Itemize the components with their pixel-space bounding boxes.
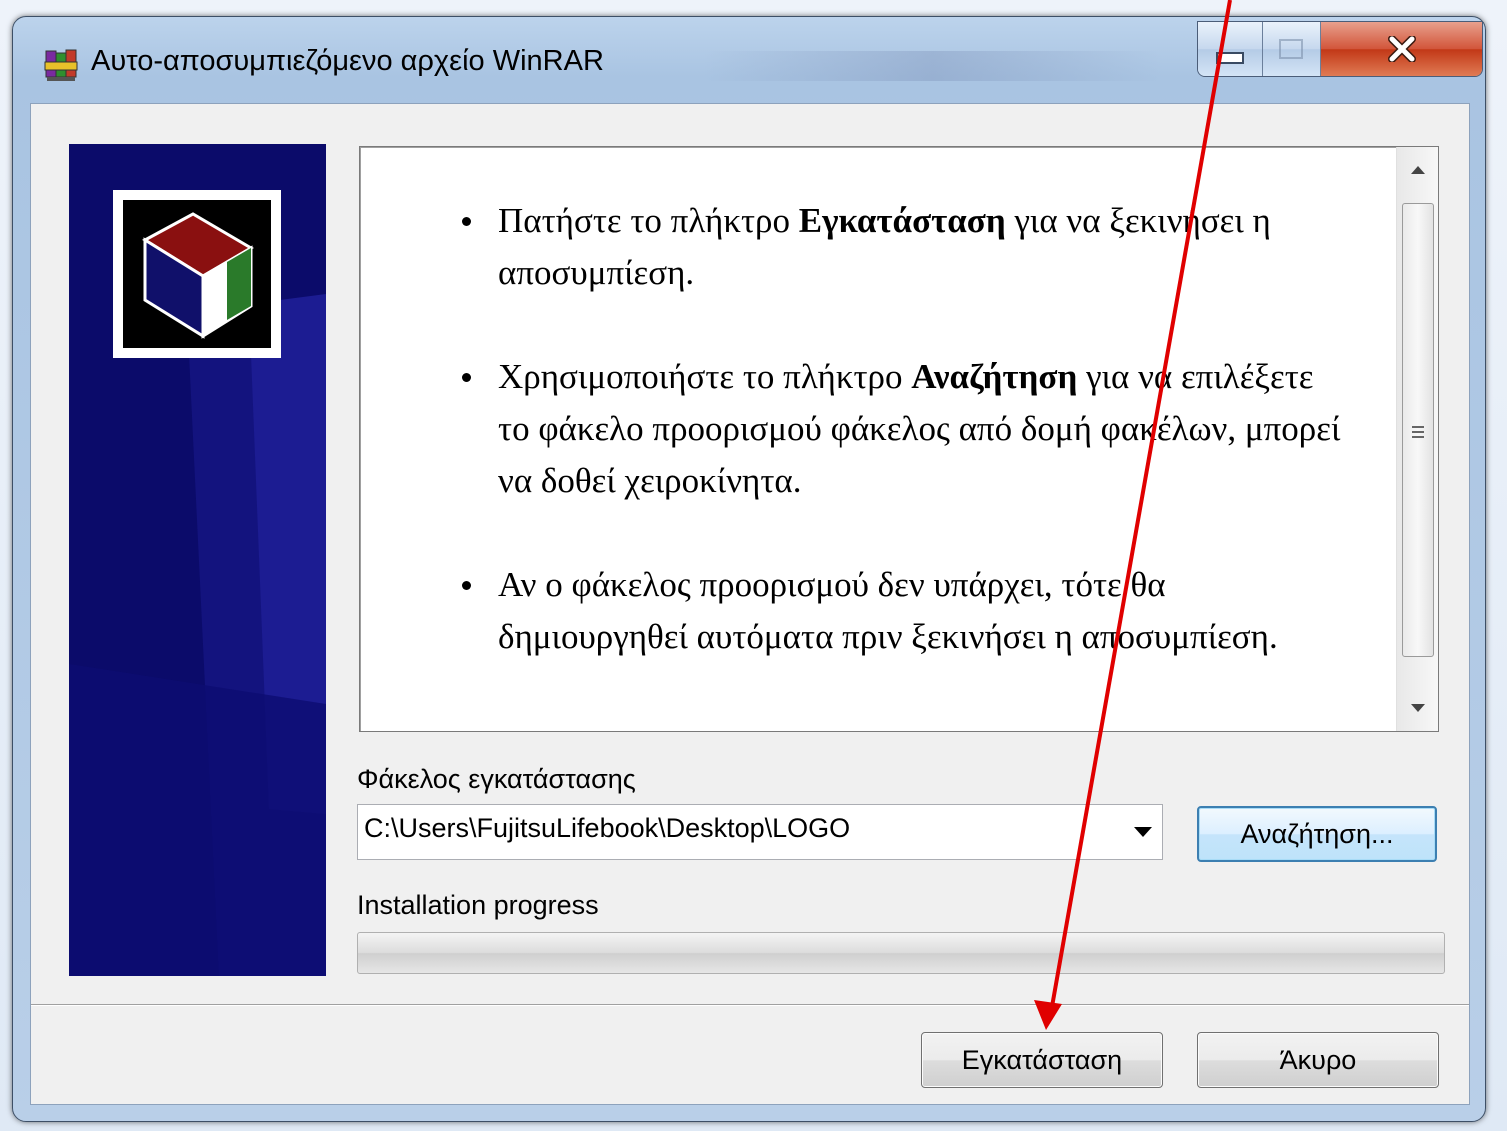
instruction-text: Πατήστε το πλήκτρο: [498, 201, 799, 240]
winrar-sfx-dialog: Αυτο-αποσυμπιεζόμενο αρχείο WinRAR Πατήσ…: [12, 16, 1486, 1122]
scroll-up-icon: [1410, 166, 1425, 174]
destination-folder-label: Φάκελος εγκατάστασης: [357, 764, 636, 794]
installation-progress-label: Installation progress: [357, 890, 599, 920]
instructions-text: Πατήστε το πλήκτρο Εγκατάσταση για να ξε…: [360, 147, 1395, 731]
scroll-up-button[interactable]: [1397, 147, 1438, 193]
destination-folder-value[interactable]: C:\Users\FujitsuLifebook\Desktop\LOGO: [364, 813, 850, 844]
button-separator: [31, 1004, 1469, 1006]
instruction-item: Αν ο φάκελος προορισμού δεν υπάρχει, τότ…: [450, 559, 1350, 663]
dialog-client-area: Πατήστε το πλήκτρο Εγκατάσταση για να ξε…: [30, 103, 1470, 1105]
minimize-button[interactable]: [1198, 22, 1263, 76]
bullet: [462, 373, 471, 382]
archive-box-icon: [123, 200, 271, 348]
destination-folder-combobox[interactable]: C:\Users\FujitsuLifebook\Desktop\LOGO: [357, 804, 1163, 860]
scroll-thumb[interactable]: [1402, 203, 1434, 657]
minimize-icon: [1215, 52, 1244, 64]
instructions-list: Πατήστε το πλήκτρο Εγκατάσταση για να ξε…: [450, 195, 1350, 715]
scroll-grip-icon: [1412, 426, 1424, 441]
instructions-box[interactable]: Πατήστε το πλήκτρο Εγκατάσταση για να ξε…: [359, 146, 1439, 732]
close-button[interactable]: [1321, 22, 1482, 76]
maximize-icon: [1279, 39, 1304, 59]
winrar-books-icon: [43, 47, 79, 83]
window-title: Αυτο-αποσυμπιεζόμενο αρχείο WinRAR: [91, 45, 604, 77]
scroll-down-icon: [1410, 704, 1425, 712]
scroll-down-button[interactable]: [1397, 685, 1438, 731]
close-icon: [1387, 36, 1416, 62]
title-bar[interactable]: Αυτο-αποσυμπιεζόμενο αρχείο WinRAR: [13, 17, 1485, 103]
bullet: [462, 217, 471, 226]
instruction-item: Πατήστε το πλήκτρο Εγκατάσταση για να ξε…: [450, 195, 1350, 299]
installation-progress-bar: [357, 932, 1445, 974]
instructions-scrollbar[interactable]: [1396, 147, 1438, 731]
instruction-text: Αν ο φάκελος προορισμού δεν υπάρχει, τότ…: [498, 565, 1278, 656]
install-button[interactable]: Εγκατάσταση: [921, 1032, 1163, 1088]
instruction-keyword: Αναζήτηση: [911, 357, 1078, 396]
browse-button[interactable]: Αναζήτηση...: [1197, 806, 1437, 862]
maximize-button[interactable]: [1262, 22, 1322, 76]
window-controls: [1197, 21, 1483, 77]
sfx-logo-panel: [69, 144, 326, 976]
instruction-item: Χρησιμοποιήστε το πλήκτρο Αναζήτηση για …: [450, 351, 1350, 507]
title-bar-reflection: [703, 51, 1163, 81]
bullet: [462, 581, 471, 590]
instruction-keyword: Εγκατάσταση: [798, 201, 1006, 240]
sfx-logo: [113, 190, 281, 358]
cancel-button[interactable]: Άκυρο: [1197, 1032, 1439, 1088]
chevron-down-icon[interactable]: [1134, 827, 1152, 837]
instruction-text: Χρησιμοποιήστε το πλήκτρο: [498, 357, 912, 396]
